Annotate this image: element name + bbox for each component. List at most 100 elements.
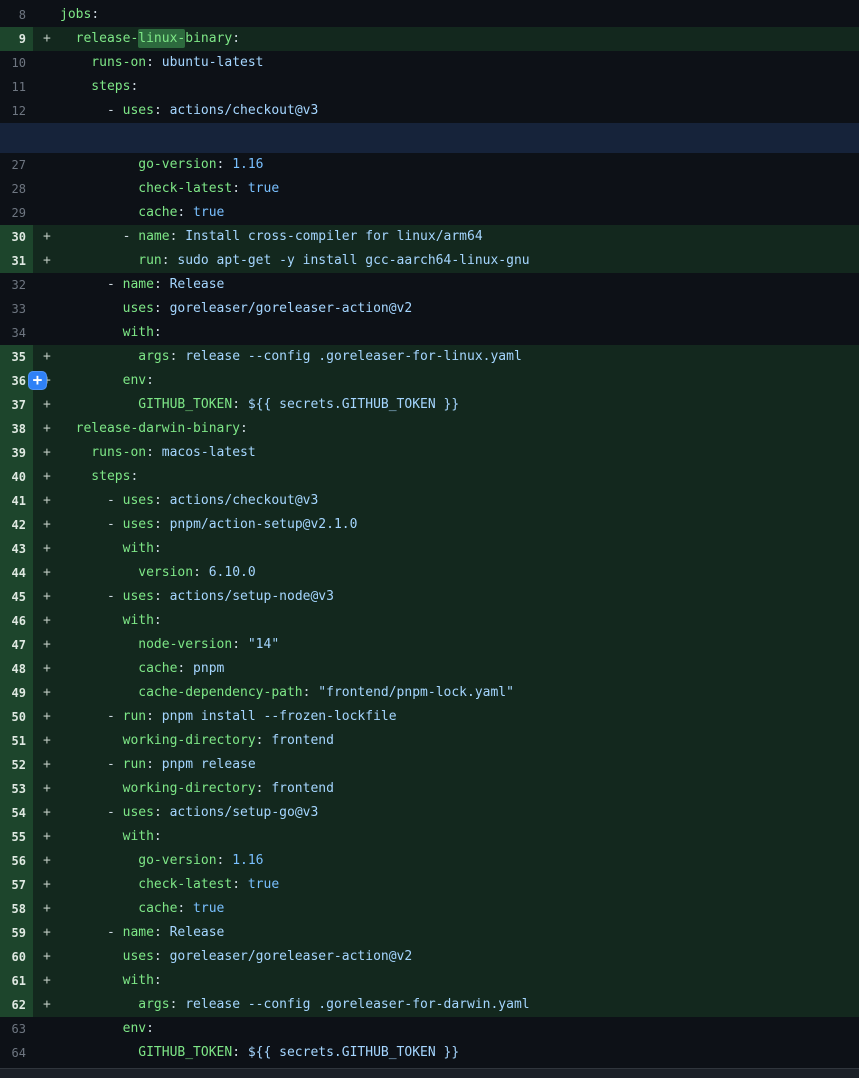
- diff-line-50: 50+ - run: pnpm install --frozen-lockfil…: [0, 705, 859, 729]
- code-token: :: [146, 757, 154, 772]
- code-token: pnpm install --frozen-lockfile: [154, 709, 397, 724]
- line-number[interactable]: 8: [0, 3, 33, 27]
- line-number[interactable]: 40: [0, 465, 33, 489]
- code-token: :: [146, 55, 154, 70]
- addition-marker: +: [33, 777, 60, 801]
- code-token: cache: [60, 661, 177, 676]
- code-token: working-directory: [60, 781, 256, 796]
- code-line: uses: goreleaser/goreleaser-action@v2: [60, 945, 859, 969]
- addition-marker: +: [33, 681, 60, 705]
- code-line: with:: [60, 537, 859, 561]
- line-number[interactable]: 64: [0, 1041, 33, 1065]
- code-token: -: [60, 805, 123, 820]
- line-number[interactable]: 33: [0, 297, 33, 321]
- line-number[interactable]: 28: [0, 177, 33, 201]
- code-token: steps: [60, 79, 130, 94]
- line-number[interactable]: 43: [0, 537, 33, 561]
- line-number[interactable]: 46: [0, 609, 33, 633]
- code-token: release --config .goreleaser-for-darwin.…: [177, 997, 529, 1012]
- code-token: binary: [185, 31, 232, 46]
- diff-line-34: 34 with:: [0, 321, 859, 345]
- line-number[interactable]: 54: [0, 801, 33, 825]
- line-number[interactable]: 48: [0, 657, 33, 681]
- code-line: working-directory: frontend: [60, 777, 859, 801]
- diff-marker: [33, 297, 60, 321]
- code-token: Release: [162, 277, 225, 292]
- code-token: :: [154, 589, 162, 604]
- code-token: :: [154, 517, 162, 532]
- line-number[interactable]: 10: [0, 51, 33, 75]
- line-number[interactable]: 39: [0, 441, 33, 465]
- line-number[interactable]: 61: [0, 969, 33, 993]
- diff-line-12: 12 - uses: actions/checkout@v3: [0, 99, 859, 123]
- line-number[interactable]: 58: [0, 897, 33, 921]
- line-number[interactable]: 51: [0, 729, 33, 753]
- line-number[interactable]: 42: [0, 513, 33, 537]
- code-line: env:: [60, 1017, 859, 1041]
- line-number[interactable]: 9: [0, 27, 33, 51]
- line-number[interactable]: 57: [0, 873, 33, 897]
- line-number[interactable]: 30: [0, 225, 33, 249]
- line-number[interactable]: 47: [0, 633, 33, 657]
- line-number[interactable]: 31: [0, 249, 33, 273]
- code-token: name: [138, 229, 169, 244]
- code-token: -: [60, 229, 138, 244]
- code-token: actions/setup-go@v3: [162, 805, 319, 820]
- addition-marker: +: [33, 753, 60, 777]
- line-number[interactable]: 63: [0, 1017, 33, 1041]
- line-number[interactable]: 34: [0, 321, 33, 345]
- diff-line-54: 54+ - uses: actions/setup-go@v3: [0, 801, 859, 825]
- line-number[interactable]: 35: [0, 345, 33, 369]
- add-comment-button[interactable]: +: [28, 371, 47, 390]
- code-line: runs-on: macos-latest: [60, 441, 859, 465]
- code-token: :: [193, 565, 201, 580]
- line-number[interactable]: 62: [0, 993, 33, 1017]
- code-token: macos-latest: [154, 445, 256, 460]
- code-token: :: [162, 253, 170, 268]
- code-line: check-latest: true: [60, 873, 859, 897]
- addition-marker: +: [33, 585, 60, 609]
- code-token: :: [154, 925, 162, 940]
- diff-marker: [33, 51, 60, 75]
- line-number[interactable]: 53: [0, 777, 33, 801]
- line-number[interactable]: 11: [0, 75, 33, 99]
- line-number[interactable]: 49: [0, 681, 33, 705]
- diff-line-52: 52+ - run: pnpm release: [0, 753, 859, 777]
- line-number[interactable]: 37: [0, 393, 33, 417]
- code-token: :: [130, 79, 138, 94]
- line-number[interactable]: 60: [0, 945, 33, 969]
- code-line: version: 6.10.0: [60, 561, 859, 585]
- line-number[interactable]: 29: [0, 201, 33, 225]
- addition-marker: +: [33, 921, 60, 945]
- diff-line-39: 39+ runs-on: macos-latest: [0, 441, 859, 465]
- line-number[interactable]: 45: [0, 585, 33, 609]
- code-token: env: [60, 1021, 146, 1036]
- diff-line-38: 38+ release-darwin-binary:: [0, 417, 859, 441]
- code-token: release-darwin-binary: [60, 421, 240, 436]
- addition-marker: +: [33, 609, 60, 633]
- line-number[interactable]: 52: [0, 753, 33, 777]
- line-number[interactable]: 32: [0, 273, 33, 297]
- line-number[interactable]: 44: [0, 561, 33, 585]
- code-line: - uses: actions/checkout@v3: [60, 99, 859, 123]
- line-number[interactable]: 59: [0, 921, 33, 945]
- line-number[interactable]: 41: [0, 489, 33, 513]
- line-number[interactable]: 27: [0, 153, 33, 177]
- line-number[interactable]: 38: [0, 417, 33, 441]
- line-number[interactable]: 55: [0, 825, 33, 849]
- line-number[interactable]: 12: [0, 99, 33, 123]
- code-token: frontend: [264, 733, 334, 748]
- code-token: GITHUB_TOKEN: [60, 397, 232, 412]
- addition-marker: +: [33, 249, 60, 273]
- diff-line-48: 48+ cache: pnpm: [0, 657, 859, 681]
- line-number[interactable]: 50: [0, 705, 33, 729]
- code-token: uses: [60, 949, 154, 964]
- code-token: :: [91, 7, 99, 22]
- diff-line-63: 63 env:: [0, 1017, 859, 1041]
- code-token: with: [60, 973, 154, 988]
- line-number[interactable]: 56: [0, 849, 33, 873]
- file-bottom-bar: [0, 1068, 859, 1078]
- expand-hunk-row[interactable]: [0, 123, 859, 153]
- code-token: ${{ secrets.GITHUB_TOKEN }}: [240, 397, 459, 412]
- code-token: :: [154, 277, 162, 292]
